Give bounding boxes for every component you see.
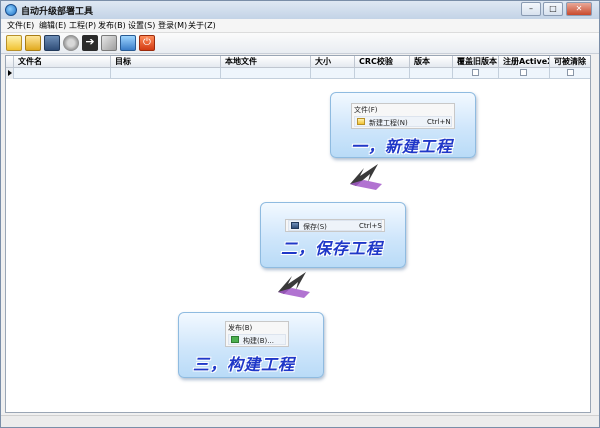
column-header-filename[interactable]: 文件名	[14, 56, 111, 68]
step-card-build-project: 发布(B) 构建(B)... 三，构建工程	[178, 312, 324, 378]
column-header-local-file[interactable]: 本地文件	[221, 56, 311, 68]
column-header-overwrite-old[interactable]: 覆盖旧版本	[453, 56, 499, 68]
column-header-version[interactable]: 版本	[410, 56, 453, 68]
step-card-save-project: 保存(S) Ctrl+S 二，保存工程	[260, 202, 406, 268]
mini-menu-item-new-project: 新建工程(N) Ctrl+N	[354, 116, 452, 127]
menu-edit[interactable]: 编辑(E)	[39, 20, 66, 31]
build-arrow-icon	[231, 336, 239, 343]
save-icon[interactable]	[44, 35, 60, 51]
new-project-icon[interactable]	[6, 35, 22, 51]
mini-menu-item-label: 新建工程(N)	[369, 119, 408, 127]
mini-menu-shortcut: Ctrl+N	[427, 118, 451, 126]
menu-about[interactable]: 关于(Z)	[188, 20, 216, 31]
export-arrow-icon[interactable]: ➔	[82, 35, 98, 51]
column-header-size[interactable]: 大小	[311, 56, 355, 68]
removable-checkbox[interactable]	[567, 69, 574, 76]
save-icon	[291, 222, 299, 229]
publish-upload-icon[interactable]	[120, 35, 136, 51]
mini-menu-item-label: 保存(S)	[303, 223, 327, 231]
menu-login[interactable]: 登录(M)	[158, 20, 187, 31]
mini-menu-shortcut: Ctrl+S	[359, 222, 382, 230]
open-folder-icon[interactable]	[25, 35, 41, 51]
step-mini-menu: 保存(S) Ctrl+S	[285, 219, 385, 232]
title-bar: 自动升级部署工具 – □ ✕	[1, 1, 599, 20]
cell-local-file[interactable]	[221, 68, 311, 79]
column-header-target[interactable]: 目标	[111, 56, 221, 68]
step-mini-menu: 发布(B) 构建(B)...	[225, 321, 289, 347]
mini-menu-item-save: 保存(S) Ctrl+S	[288, 220, 382, 231]
file-grid[interactable]: 文件名 目标 本地文件 大小 CRC校验 版本 覆盖旧版本 注册ActiveX …	[5, 55, 591, 413]
cell-removable	[550, 68, 590, 79]
mini-menu-file: 文件(F)	[354, 106, 378, 114]
down-arrow-icon	[350, 164, 382, 190]
grid-corner-header	[6, 56, 14, 68]
column-header-register-activex[interactable]: 注册ActiveX	[499, 56, 550, 68]
cell-target[interactable]	[111, 68, 221, 79]
menu-project[interactable]: 工程(P)	[69, 20, 96, 31]
cell-filename[interactable]	[14, 68, 111, 79]
settings-gear-icon[interactable]	[63, 35, 79, 51]
cell-size[interactable]	[311, 68, 355, 79]
step-card-new-project: 文件(F) 新建工程(N) Ctrl+N 一，新建工程	[330, 92, 476, 158]
app-window: 自动升级部署工具 – □ ✕ 文件(E) 编辑(E) 工程(P) 发布(B) 设…	[0, 0, 600, 428]
register-activex-checkbox[interactable]	[520, 69, 527, 76]
close-button[interactable]: ✕	[566, 2, 592, 16]
column-header-removable[interactable]: 可被清除	[550, 56, 590, 68]
cell-crc[interactable]	[355, 68, 410, 79]
new-project-icon	[357, 118, 365, 125]
cell-register-activex	[499, 68, 550, 79]
menu-publish[interactable]: 发布(B)	[98, 20, 126, 31]
step-caption: 二，保存工程	[281, 239, 384, 258]
mini-menu-publish: 发布(B)	[228, 324, 253, 332]
overwrite-old-checkbox[interactable]	[472, 69, 479, 76]
window-title: 自动升级部署工具	[21, 7, 94, 17]
menu-bar: 文件(E) 编辑(E) 工程(P) 发布(B) 设置(S) 登录(M) 关于(Z…	[1, 19, 599, 33]
minimize-button[interactable]: –	[521, 2, 541, 16]
toolbar: ➔ ⏻	[1, 33, 599, 54]
app-logo-icon	[5, 4, 17, 16]
cell-version[interactable]	[410, 68, 453, 79]
step-caption: 三，构建工程	[193, 355, 296, 374]
edit-pencil-icon[interactable]	[101, 35, 117, 51]
menu-settings[interactable]: 设置(S)	[128, 20, 155, 31]
menu-file[interactable]: 文件(E)	[7, 20, 34, 31]
power-exit-icon[interactable]: ⏻	[139, 35, 155, 51]
mini-menu-item-build: 构建(B)...	[228, 334, 286, 345]
step-mini-menu: 文件(F) 新建工程(N) Ctrl+N	[351, 103, 455, 129]
step-caption: 一，新建工程	[351, 137, 454, 156]
column-header-crc[interactable]: CRC校验	[355, 56, 410, 68]
cell-overwrite-old	[453, 68, 499, 79]
down-arrow-icon	[278, 272, 310, 298]
mini-menu-item-label: 构建(B)...	[243, 337, 274, 345]
row-indicator-icon	[6, 68, 14, 79]
maximize-button[interactable]: □	[543, 2, 563, 16]
status-bar	[1, 415, 599, 427]
